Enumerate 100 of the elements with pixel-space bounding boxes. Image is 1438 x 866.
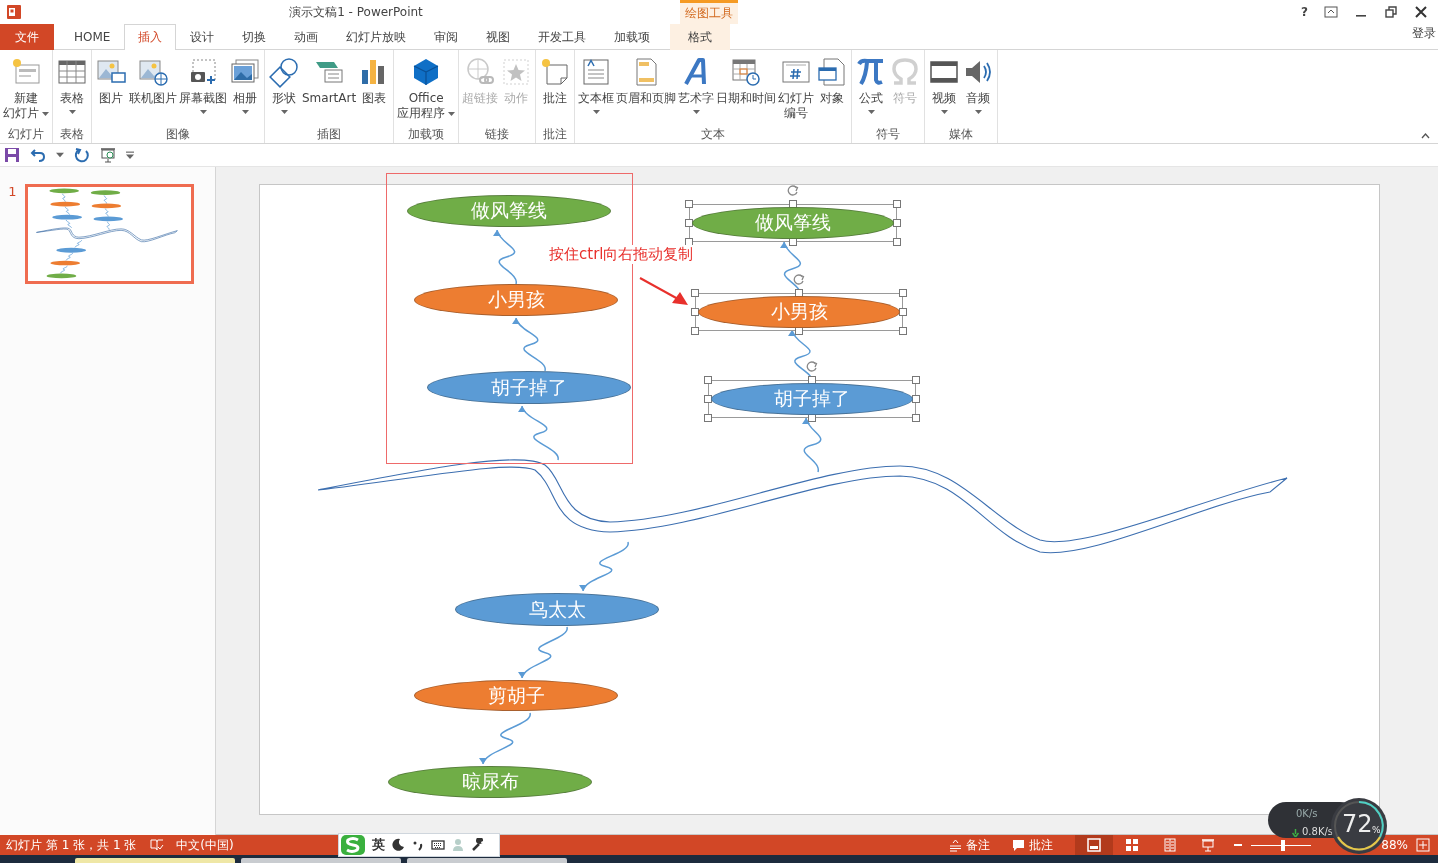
ribbon-button[interactable]: 图片	[94, 54, 128, 108]
ribbon-button[interactable]: 幻灯片 编号	[777, 54, 816, 123]
resize-handle[interactable]	[899, 327, 907, 335]
slide-counter: 幻灯片 第 1 张，共 1 张	[6, 836, 137, 854]
ribbon-button[interactable]: 对象	[815, 54, 850, 108]
ribbon-group-label: 幻灯片	[7, 126, 45, 143]
ribbon-button[interactable]: 文本框	[577, 54, 616, 116]
curved-arrow	[802, 417, 822, 473]
ribbon-group-label: 批注	[542, 126, 569, 143]
ribbon-tab[interactable]: 幻灯片放映	[332, 24, 421, 50]
ribbon-tab[interactable]: 文件	[0, 24, 54, 50]
grid-view-icon	[1125, 838, 1140, 852]
ribbon-button[interactable]: 联机图片	[128, 54, 178, 108]
ribbon-button[interactable]: 视频	[927, 54, 962, 116]
ribbon-button[interactable]: 形状	[267, 54, 301, 116]
view-button[interactable]	[1075, 835, 1114, 855]
ribbon-button[interactable]: 表格	[55, 54, 89, 116]
upload-speed: 0K/s	[1296, 808, 1318, 819]
resize-handle[interactable]	[691, 308, 699, 316]
ribbon-button[interactable]: Office 应用程序	[396, 54, 457, 123]
zoom-level[interactable]: 88%	[1381, 838, 1408, 852]
comments-button[interactable]: 批注	[1012, 836, 1054, 854]
ribbon-group-label: 文本	[700, 126, 727, 143]
ribbon-button[interactable]: 相册	[228, 54, 262, 116]
rotate-handle-icon[interactable]	[793, 273, 805, 285]
help-button[interactable]: ?	[1301, 5, 1308, 19]
spelling-check-icon[interactable]	[150, 838, 165, 852]
ribbon-group-label: 表格	[59, 126, 85, 143]
caret-icon[interactable]	[56, 151, 64, 159]
ribbon-button[interactable]: 日期和时间	[715, 54, 778, 108]
resize-handle[interactable]	[912, 395, 920, 403]
pointer-arrow	[639, 277, 688, 305]
ribbon-button[interactable]: 新建 幻灯片	[2, 54, 50, 123]
ribbon-display-icon[interactable]	[1324, 5, 1338, 19]
undo-icon[interactable]	[30, 147, 46, 163]
curved-arrow	[579, 541, 629, 592]
presentation-icon[interactable]	[100, 147, 116, 163]
resize-handle[interactable]	[704, 414, 712, 422]
resize-handle[interactable]	[912, 376, 920, 384]
restore-icon[interactable]	[1384, 5, 1398, 19]
ribbon-button[interactable]: 艺术字	[677, 54, 716, 116]
book-icon	[1163, 838, 1178, 852]
keyboard-icon[interactable]	[431, 838, 445, 852]
ribbon-group-label: 链接	[484, 126, 511, 143]
ribbon-button[interactable]: SmartArt	[301, 54, 358, 108]
resize-handle[interactable]	[893, 238, 901, 246]
ribbon-tab[interactable]: HOME	[60, 24, 125, 50]
ribbon-tab[interactable]: 插入	[124, 24, 177, 50]
ribbon-tab[interactable]: 动画	[280, 24, 333, 50]
ribbon-tab[interactable]: 设计	[176, 24, 229, 50]
language-indicator[interactable]: 中文(中国)	[176, 836, 234, 854]
shapes-icon	[268, 56, 300, 88]
resize-handle[interactable]	[893, 219, 901, 227]
calendar-clock-icon	[730, 56, 763, 88]
resize-handle[interactable]	[685, 200, 693, 208]
input-mode-toggle[interactable]: 英	[372, 836, 385, 854]
ribbon-button[interactable]: 屏幕截图	[178, 54, 228, 116]
ribbon-tab[interactable]: 开发工具	[524, 24, 601, 50]
ribbon-button[interactable]: 音频	[961, 54, 996, 116]
ribbon-button[interactable]: 批注	[538, 54, 573, 108]
ribbon-tab[interactable]: 加载项	[600, 24, 665, 50]
resize-handle[interactable]	[899, 308, 907, 316]
ribbon-tab[interactable]: 审阅	[420, 24, 473, 50]
moon-icon[interactable]	[391, 838, 405, 852]
input-method-logo-icon[interactable]	[340, 834, 366, 856]
fit-to-window-icon[interactable]	[1416, 838, 1430, 852]
ribbon-button[interactable]: 页眉和页脚	[615, 54, 678, 108]
save-icon[interactable]	[4, 147, 20, 163]
window-title: 演示文稿1 - PowerPoint	[288, 3, 424, 21]
ribbon-tab[interactable]: 切换	[228, 24, 281, 50]
slide-number: 1	[7, 184, 18, 199]
close-icon[interactable]	[1414, 5, 1428, 19]
ribbon-tab[interactable]: 视图	[472, 24, 525, 50]
notes-button[interactable]: 备注	[949, 836, 991, 854]
resize-handle[interactable]	[704, 376, 712, 384]
rotate-handle-icon[interactable]	[806, 360, 818, 372]
resize-handle[interactable]	[691, 289, 699, 297]
sign-in-link[interactable]: 登录	[1412, 24, 1438, 49]
zoom-slider-thumb[interactable]	[1280, 839, 1285, 851]
resize-handle[interactable]	[691, 327, 699, 335]
ribbon-tab[interactable]: 格式	[670, 24, 731, 50]
resize-handle[interactable]	[893, 200, 901, 208]
collapse-ribbon-icon[interactable]	[1421, 133, 1430, 139]
speech-bubble-icon	[1012, 838, 1026, 852]
ribbon-button[interactable]: 公式	[854, 54, 889, 116]
curved-arrow	[493, 229, 517, 285]
resize-handle[interactable]	[685, 219, 693, 227]
wrench-icon[interactable]	[471, 838, 485, 852]
download-speed: 0.8K/s	[1302, 826, 1334, 837]
rotate-handle-icon[interactable]	[787, 184, 799, 196]
resize-handle[interactable]	[912, 414, 920, 422]
ribbon-button[interactable]: 图表	[357, 54, 392, 108]
curved-arrow	[518, 405, 559, 461]
curved-arrow	[479, 712, 531, 765]
redo-icon[interactable]	[74, 147, 90, 163]
resize-handle[interactable]	[704, 395, 712, 403]
ribbon-group-label: 图像	[165, 126, 191, 143]
resize-handle[interactable]	[899, 289, 907, 297]
projector-screen-icon	[1201, 838, 1216, 852]
customize-caret-icon[interactable]	[126, 151, 134, 159]
